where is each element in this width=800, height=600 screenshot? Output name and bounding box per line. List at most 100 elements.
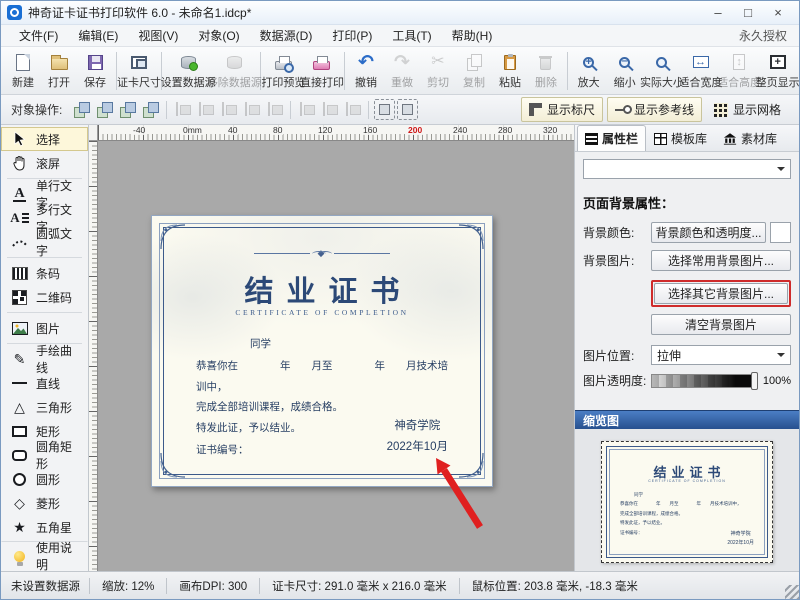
tool-arc-text[interactable]: 圆弧文字 — [1, 230, 88, 254]
save-button[interactable]: 保存 — [77, 49, 113, 93]
tab-properties[interactable]: 属性栏 — [577, 125, 646, 151]
tool-image[interactable]: 图片 — [1, 316, 88, 340]
tool-pan[interactable]: 滚屏 — [1, 151, 88, 175]
certificate-line1: 恭喜你在 年 月至 年 月技术培训中， — [196, 356, 452, 397]
object-operations-label: 对象操作: — [11, 101, 62, 118]
open-folder-icon — [47, 52, 71, 72]
ungroup-icon[interactable] — [397, 99, 418, 120]
print-preview-icon — [271, 52, 295, 72]
cut-label: 剪切 — [427, 74, 449, 90]
certificate-thumbnail[interactable]: 结业证书 CERTIFICATE OF COMPLETION 同学 恭喜你在 年… — [601, 441, 773, 563]
move-layer-down-icon[interactable] — [140, 99, 161, 120]
show-ruler-toggle[interactable]: 显示标尺 — [521, 97, 603, 122]
status-card-size: 证卡尺寸: 291.0 毫米 x 216.0 毫米 — [260, 578, 458, 594]
corner-ornament — [160, 224, 186, 250]
undo-button[interactable]: ↶撤销 — [348, 49, 384, 93]
certificate-card[interactable]: ◆ 结业证书 CERTIFICATE OF COMPLETION 同学 恭喜你在… — [151, 215, 493, 487]
object-selector-dropdown[interactable] — [583, 159, 791, 179]
menu-help[interactable]: 帮助(H) — [442, 25, 503, 46]
tab-template-library[interactable]: 模板库 — [646, 125, 715, 151]
menu-datasource[interactable]: 数据源(D) — [250, 25, 323, 46]
card-size-label: 证卡尺寸 — [117, 74, 161, 90]
thumbnail-issuer: 神奇学院 — [727, 530, 754, 539]
thumbnail-line1: 恭喜你在 年 月至 年 月技术培训中， — [620, 499, 756, 508]
tool-select-label: 选择 — [36, 131, 60, 148]
copy-icon — [462, 52, 486, 72]
menu-tools[interactable]: 工具(T) — [382, 25, 441, 46]
move-layer-up-icon[interactable] — [117, 99, 138, 120]
menu-file[interactable]: 文件(F) — [9, 25, 68, 46]
ruler-label: 160 — [362, 125, 378, 135]
chevron-down-icon — [777, 353, 785, 361]
tool-qrcode[interactable]: 二维码 — [1, 285, 88, 309]
align-right-icon — [218, 99, 239, 120]
help-button[interactable]: 使用说明 — [1, 541, 88, 571]
zoom-in-icon — [577, 52, 601, 72]
new-button[interactable]: 新建 — [5, 49, 41, 93]
paste-button[interactable]: 粘贴 — [492, 49, 528, 93]
tool-triangle[interactable]: △ 三角形 — [1, 395, 88, 419]
red-highlight-box: 选择其它背景图片... — [651, 280, 791, 307]
certificate-salutation: 同学 — [250, 334, 452, 354]
opacity-slider[interactable] — [651, 374, 757, 388]
status-mouse-position: 鼠标位置: 203.8 毫米, -18.3 毫米 — [460, 578, 650, 594]
design-canvas[interactable]: ◆ 结业证书 CERTIFICATE OF COMPLETION 同学 恭喜你在… — [98, 141, 574, 571]
bg-color-button[interactable]: 背景颜色和透明度... — [651, 222, 766, 243]
view-toggles: 显示标尺 显示参考线 显示网格 — [521, 97, 795, 122]
ruler-label: 120 — [317, 125, 333, 135]
bring-to-front-icon[interactable] — [71, 99, 92, 120]
fit-width-button[interactable]: ↔适合宽度 — [681, 49, 720, 93]
maximize-button[interactable]: □ — [733, 3, 763, 23]
arc-text-icon — [10, 233, 29, 251]
tool-barcode[interactable]: 条码 — [1, 261, 88, 285]
opacity-slider-handle[interactable] — [751, 372, 758, 390]
print-preview-button[interactable]: 打印预览 — [264, 49, 303, 93]
tool-star[interactable]: ★ 五角星 — [1, 515, 88, 539]
menu-edit[interactable]: 编辑(E) — [68, 25, 128, 46]
image-position-select[interactable]: 拉伸 — [651, 345, 791, 365]
direct-print-button[interactable]: 直接打印 — [303, 49, 342, 93]
bg-color-swatch[interactable] — [770, 222, 791, 243]
tab-material-library[interactable]: 素材库 — [715, 125, 785, 151]
rounded-rectangle-icon — [10, 446, 29, 464]
tool-freehand-curve[interactable]: ✎ 手绘曲线 — [1, 347, 88, 371]
actual-size-button[interactable]: 实际大小 — [643, 49, 682, 93]
clear-bg-image-button[interactable]: 清空背景图片 — [651, 314, 791, 335]
qr-code-icon — [10, 288, 29, 306]
group-icon[interactable] — [374, 99, 395, 120]
set-datasource-button[interactable]: 设置数据源 — [165, 49, 211, 93]
other-bg-image-button[interactable]: 选择其它背景图片... — [654, 283, 788, 304]
tool-circle[interactable]: 圆形 — [1, 467, 88, 491]
whole-page-button[interactable]: +整页显示 — [758, 49, 797, 93]
show-grid-toggle[interactable]: 显示网格 — [706, 97, 789, 122]
card-size-button[interactable]: 证卡尺寸 — [120, 49, 159, 93]
zoom-out-button[interactable]: 缩小 — [607, 49, 643, 93]
common-bg-image-button[interactable]: 选择常用背景图片... — [651, 250, 791, 271]
guideline-icon — [615, 103, 629, 116]
help-label: 使用说明 — [36, 539, 83, 573]
show-guides-toggle[interactable]: 显示参考线 — [607, 97, 702, 122]
close-button[interactable]: × — [763, 3, 793, 23]
send-to-back-icon[interactable] — [94, 99, 115, 120]
zoom-in-button[interactable]: 放大 — [571, 49, 607, 93]
menu-object[interactable]: 对象(O) — [188, 25, 249, 46]
status-bar: 未设置数据源 缩放: 12% 画布DPI: 300 证卡尺寸: 291.0 毫米… — [1, 571, 799, 599]
show-grid-label: 显示网格 — [733, 101, 781, 118]
same-width-icon — [241, 99, 262, 120]
corner-ornament — [160, 452, 186, 478]
ruler-label-mouse: 200 — [407, 125, 423, 135]
open-button[interactable]: 打开 — [41, 49, 77, 93]
tool-select[interactable]: 选择 — [1, 127, 88, 151]
tab-material-label: 素材库 — [741, 130, 777, 147]
menu-print[interactable]: 打印(P) — [322, 25, 382, 46]
opacity-label: 图片透明度: — [583, 372, 651, 389]
certificate-title: 结业证书 — [152, 268, 492, 310]
menu-view[interactable]: 视图(V) — [128, 25, 188, 46]
minimize-button[interactable]: – — [703, 3, 733, 23]
tool-line[interactable]: 直线 — [1, 371, 88, 395]
resize-grip[interactable] — [785, 585, 799, 599]
title-bar: 神奇证卡证书打印软件 6.0 - 未命名1.idcp* – □ × — [1, 1, 799, 25]
tool-rounded-rectangle[interactable]: 圆角矩形 — [1, 443, 88, 467]
diamond-icon: ◇ — [10, 494, 29, 512]
tool-diamond[interactable]: ◇ 菱形 — [1, 491, 88, 515]
